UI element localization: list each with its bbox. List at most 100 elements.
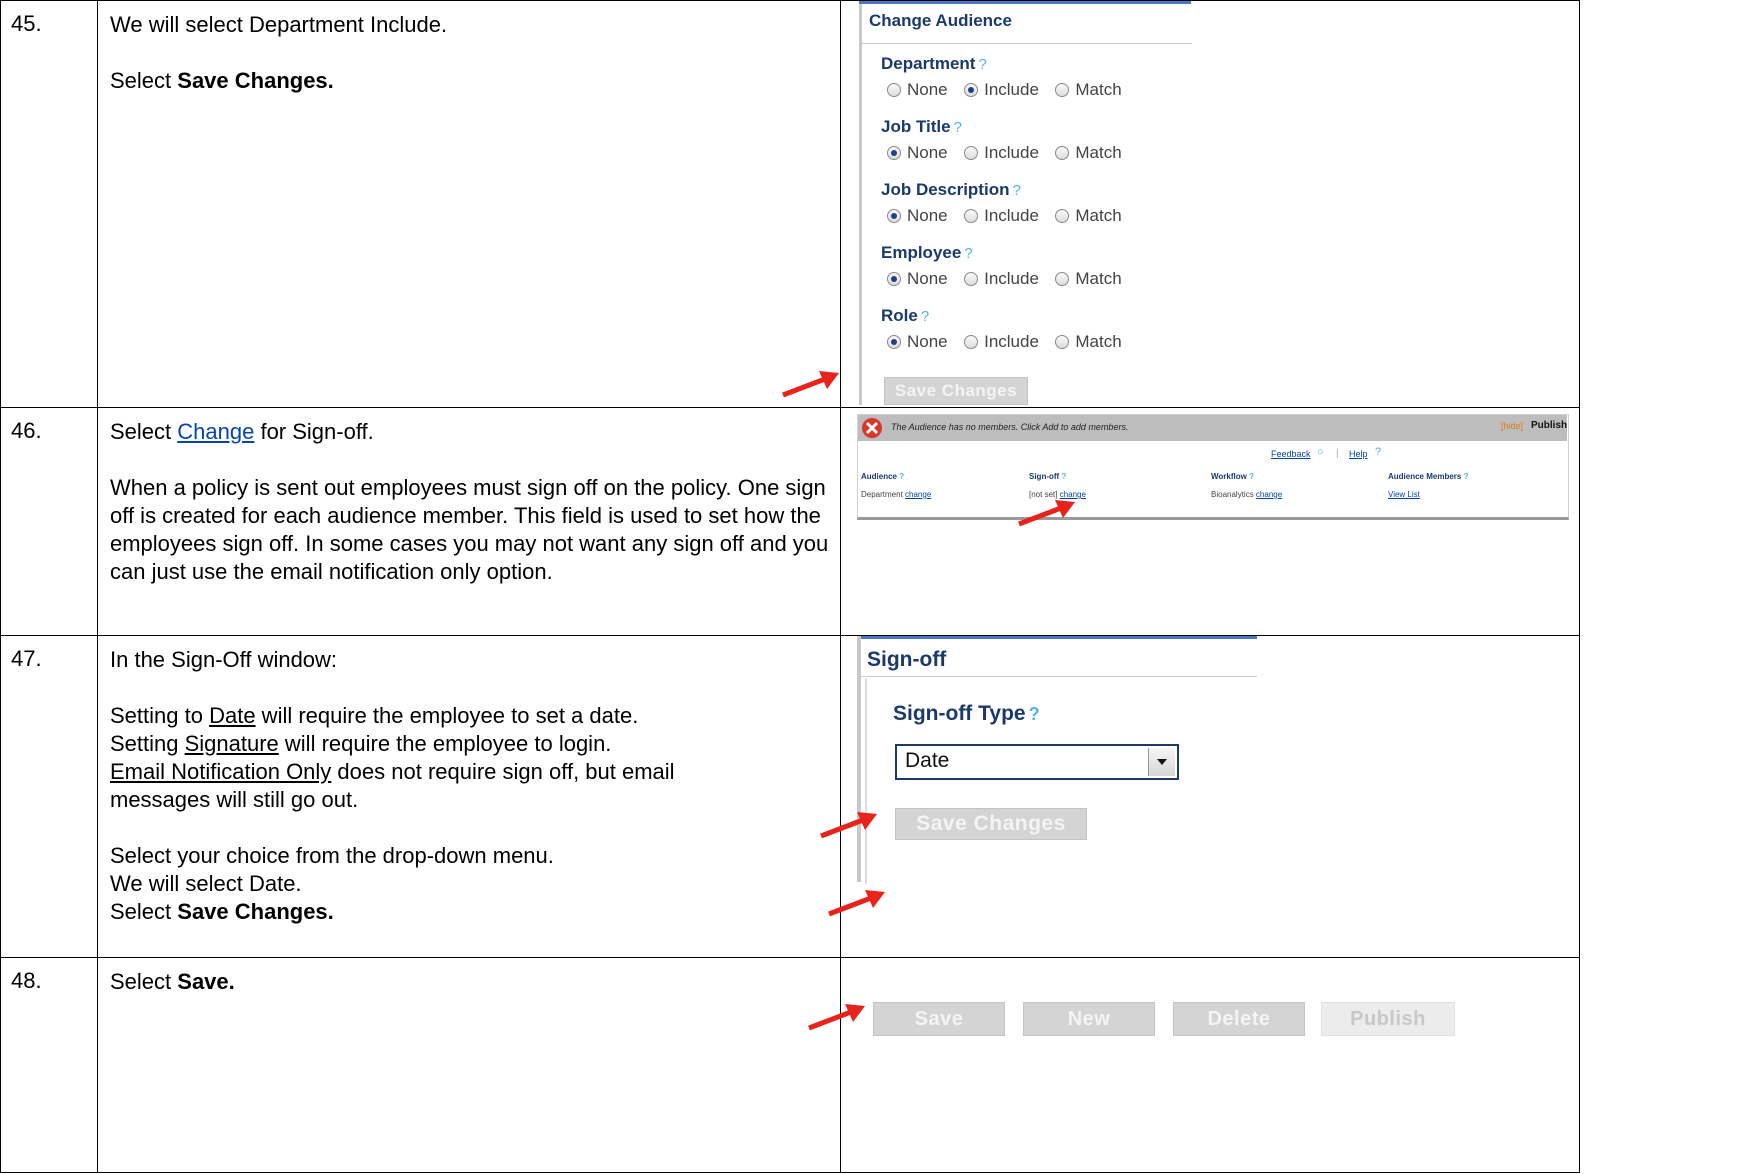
sign-off-type-select[interactable]: Date xyxy=(895,744,1179,780)
group-employee: Employee? None Include Match xyxy=(881,243,1134,289)
instruction-line: Setting to Date will require the employe… xyxy=(110,703,639,728)
save-changes-label: Save Changes. xyxy=(177,899,334,924)
new-button[interactable]: New xyxy=(1023,1002,1155,1036)
radio-icon xyxy=(1055,146,1070,160)
help-icon[interactable]: ? xyxy=(954,119,962,136)
column-value-workflow: Bioanalytics change xyxy=(1211,490,1283,499)
option-match[interactable]: Match xyxy=(1055,80,1122,100)
option-include[interactable]: Include xyxy=(964,269,1039,289)
instruction-line: We will select Department Include. xyxy=(110,12,448,37)
separator: | xyxy=(1336,448,1339,459)
instruction-line: Select Save. xyxy=(110,969,235,994)
instruction-paragraph: When a policy is sent out employees must… xyxy=(110,475,829,584)
dropdown-button[interactable] xyxy=(1148,748,1175,776)
radio-selected-icon xyxy=(887,272,901,286)
email-notification-term: Email Notification Only xyxy=(110,759,332,784)
column-value-audience: Department change xyxy=(861,490,932,499)
group-title: Job Description xyxy=(881,180,1010,199)
option-none[interactable]: None xyxy=(887,80,948,100)
dialog-top-border xyxy=(857,636,1257,639)
help-icon[interactable]: ? xyxy=(978,56,986,73)
dialog-title: Sign-off xyxy=(867,648,947,671)
feedback-link[interactable]: Feedback xyxy=(1271,449,1311,459)
option-none[interactable]: None xyxy=(887,143,948,163)
signature-term: Signature xyxy=(184,731,279,756)
workflow-change-link[interactable]: change xyxy=(1256,490,1282,499)
radio-selected-icon xyxy=(887,146,901,160)
option-match[interactable]: Match xyxy=(1055,206,1122,226)
instruction-line: Select Save Changes. xyxy=(110,899,334,924)
step-number: 46. xyxy=(0,407,98,636)
help-link[interactable]: Help xyxy=(1349,449,1368,459)
step-row-46: 46. Select Change for Sign-off. When a p… xyxy=(0,407,1580,636)
group-department: Department? None Include Match xyxy=(881,54,1134,100)
radio-icon xyxy=(1055,209,1070,223)
hide-link[interactable]: [hide] xyxy=(1501,421,1523,431)
help-icon[interactable]: ? xyxy=(964,245,972,262)
radio-selected-icon xyxy=(887,335,901,349)
screenshot-sign-off: Sign-off Sign-off Type? Date Save Change… xyxy=(820,635,1580,958)
audience-change-link[interactable]: change xyxy=(905,490,931,499)
step-number: 47. xyxy=(0,635,98,958)
radio-icon xyxy=(1055,272,1070,286)
delete-button[interactable]: Delete xyxy=(1173,1002,1305,1036)
help-icon[interactable]: ? xyxy=(921,308,929,325)
radio-icon xyxy=(964,209,979,223)
instruction-line: Select your choice from the drop-down me… xyxy=(110,843,554,868)
divider xyxy=(861,676,1257,677)
error-message: The Audience has no members. Click Add t… xyxy=(891,422,1129,432)
instruction-line: We will select Date. xyxy=(110,871,302,896)
publish-label[interactable]: Publish xyxy=(1531,420,1567,431)
screenshot-action-buttons: Save New Delete Publish xyxy=(808,957,1580,1173)
radio-icon xyxy=(1055,83,1070,97)
red-arrow-icon xyxy=(820,812,877,839)
inner-border xyxy=(865,678,867,884)
view-list-link[interactable]: View List xyxy=(1388,490,1420,499)
help-icon: ? xyxy=(1375,446,1382,458)
dialog-top-border xyxy=(859,1,1191,4)
dialog-title: Change Audience xyxy=(869,11,1012,30)
help-icon[interactable]: ? xyxy=(1012,182,1020,199)
group-job-title: Job Title? None Include Match xyxy=(881,117,1134,163)
option-match[interactable]: Match xyxy=(1055,143,1122,163)
help-icon[interactable]: ? xyxy=(1029,704,1040,724)
field-label: Sign-off Type? xyxy=(893,702,1040,725)
step-instruction: Select Change for Sign-off. When a polic… xyxy=(97,407,841,636)
save-changes-button[interactable]: Save Changes xyxy=(884,377,1028,405)
column-header-signoff: Sign-off ? xyxy=(1029,472,1067,481)
save-button[interactable]: Save xyxy=(873,1002,1005,1036)
red-arrow-icon xyxy=(1018,500,1075,527)
radio-icon xyxy=(964,272,979,286)
group-title: Department xyxy=(881,54,976,73)
option-include[interactable]: Include xyxy=(964,80,1039,100)
group-job-description: Job Description? None Include Match xyxy=(881,180,1134,226)
option-include[interactable]: Include xyxy=(964,332,1039,352)
date-term: Date xyxy=(209,703,256,728)
column-header-audience-members: Audience Members ? xyxy=(1388,472,1469,481)
option-include[interactable]: Include xyxy=(964,143,1039,163)
feedback-bubble-icon: ○ xyxy=(1317,446,1324,458)
option-include[interactable]: Include xyxy=(964,206,1039,226)
group-title: Role xyxy=(881,306,918,325)
option-none[interactable]: None xyxy=(887,332,948,352)
option-none[interactable]: None xyxy=(887,269,948,289)
publish-button[interactable]: Publish xyxy=(1321,1002,1455,1036)
column-header-workflow: Workflow ? xyxy=(1211,472,1254,481)
instruction-line: Select Save Changes. xyxy=(110,68,334,93)
step-number: 48. xyxy=(0,957,98,1173)
screenshot-change-audience: Change Audience Department? None Include… xyxy=(782,0,1580,408)
option-match[interactable]: Match xyxy=(1055,269,1122,289)
option-none[interactable]: None xyxy=(887,206,948,226)
option-match[interactable]: Match xyxy=(1055,332,1122,352)
group-role: Role? None Include Match xyxy=(881,306,1134,352)
radio-icon xyxy=(964,146,979,160)
dialog-left-border xyxy=(857,636,861,882)
screenshot-policy-summary: The Audience has no members. Click Add t… xyxy=(840,407,1580,636)
instruction-line: Email Notification Only does not require… xyxy=(110,759,675,812)
save-changes-button[interactable]: Save Changes xyxy=(895,808,1087,840)
change-link[interactable]: Change xyxy=(177,419,254,444)
select-value: Date xyxy=(905,749,950,772)
radio-selected-icon xyxy=(964,83,979,97)
red-arrow-icon xyxy=(828,890,885,917)
instruction-line: Select Change for Sign-off. xyxy=(110,419,374,444)
